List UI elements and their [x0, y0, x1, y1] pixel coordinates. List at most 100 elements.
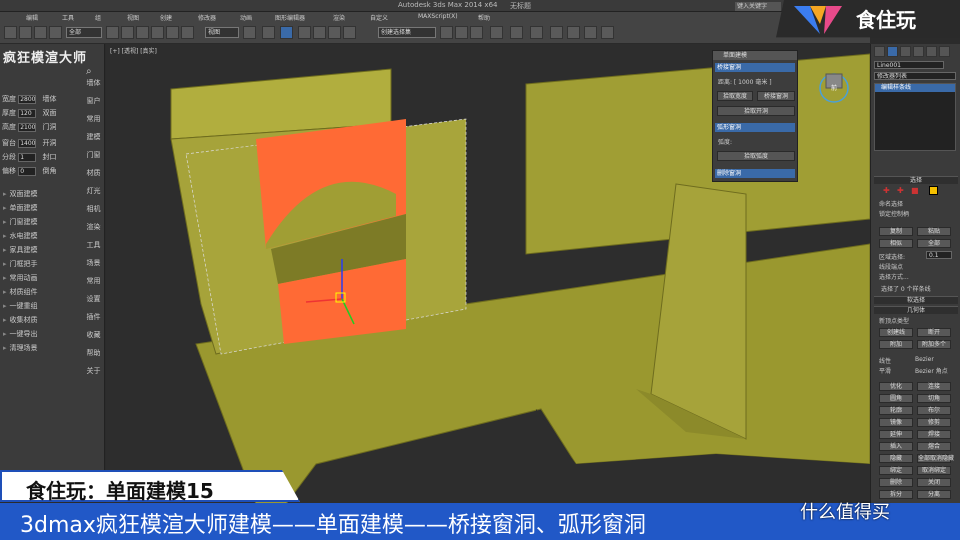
param-button[interactable]: 门洞: [42, 123, 56, 131]
side-tab[interactable]: 灯光: [84, 186, 103, 196]
undo-icon[interactable]: [4, 26, 17, 39]
mirror-icon[interactable]: [440, 26, 453, 39]
side-tab[interactable]: 建模: [84, 132, 103, 142]
list-item[interactable]: ▸ 一键重组: [3, 300, 81, 312]
extend-button[interactable]: 延伸: [879, 430, 913, 439]
list-item[interactable]: ▸ 门窗建模: [3, 216, 81, 228]
side-tab[interactable]: 设置: [84, 294, 103, 304]
spinner-snap-icon[interactable]: [343, 26, 356, 39]
close-button[interactable]: 关闭: [917, 478, 951, 487]
render-icon[interactable]: [584, 26, 597, 39]
stack-item[interactable]: 编辑样条线: [875, 84, 955, 92]
list-item[interactable]: ▸ 常用动画: [3, 272, 81, 284]
param-value-input[interactable]: 120: [18, 108, 37, 118]
scale-icon[interactable]: [181, 26, 194, 39]
segment-end-checkbox[interactable]: 线段端点: [879, 262, 903, 271]
align-icon[interactable]: [455, 26, 468, 39]
fuse-button[interactable]: 熔合: [917, 442, 951, 451]
spline-active-icon[interactable]: [929, 186, 938, 195]
bridge-window-button[interactable]: 桥接窗洞: [757, 91, 795, 101]
param-button[interactable]: 倒角: [42, 167, 56, 175]
side-tab[interactable]: 门窗: [84, 150, 103, 160]
hierarchy-tab-icon[interactable]: [900, 46, 911, 57]
segment-icon[interactable]: ✚: [897, 186, 904, 195]
list-item[interactable]: ▸ 双面建模: [3, 188, 81, 200]
bind-button[interactable]: 绑定: [879, 466, 913, 475]
create-tab-icon[interactable]: [874, 46, 885, 57]
menu-item[interactable]: MAXScript(X): [418, 13, 458, 20]
side-tab[interactable]: 帮助: [84, 348, 103, 358]
snap-toggle-icon[interactable]: [298, 26, 311, 39]
side-tab[interactable]: 常用: [84, 276, 103, 286]
delete-button[interactable]: 删除: [879, 478, 913, 487]
soft-selection-rollout[interactable]: 软选择: [874, 296, 958, 304]
chamfer-button[interactable]: 切角: [917, 394, 951, 403]
select-icon[interactable]: [106, 26, 119, 39]
object-name-field[interactable]: Line001: [874, 61, 944, 69]
outline-button[interactable]: 轮廓: [879, 406, 913, 415]
unhide-all-button[interactable]: 全部取消隐藏: [917, 454, 954, 463]
pick-arc-button[interactable]: 拾取弧度: [717, 151, 795, 161]
link-icon[interactable]: [34, 26, 47, 39]
paste-button[interactable]: 粘贴: [917, 227, 951, 236]
curve-editor-icon[interactable]: [490, 26, 503, 39]
insert-button[interactable]: 插入: [879, 442, 913, 451]
menu-item[interactable]: 修改器: [198, 13, 216, 22]
render-frame-icon[interactable]: [567, 26, 580, 39]
side-tab[interactable]: 工具: [84, 240, 103, 250]
side-tab[interactable]: 场景: [84, 258, 103, 268]
menu-item[interactable]: 组: [95, 13, 101, 22]
render-setup-icon[interactable]: [550, 26, 563, 39]
connect-button[interactable]: 连接: [917, 382, 951, 391]
param-value-input[interactable]: 2100: [18, 122, 37, 132]
side-tab[interactable]: 材质: [84, 168, 103, 178]
filter-dropdown[interactable]: 全部: [66, 27, 102, 38]
teapot-icon[interactable]: [601, 26, 614, 39]
rotate-icon[interactable]: [166, 26, 179, 39]
dialog-title[interactable]: 单面建模: [713, 51, 797, 60]
fillet-button[interactable]: 圆角: [879, 394, 913, 403]
motion-tab-icon[interactable]: [913, 46, 924, 57]
window-crossing-icon[interactable]: [136, 26, 149, 39]
keyboard-shortcut-icon[interactable]: [280, 26, 293, 39]
schematic-icon[interactable]: [510, 26, 523, 39]
list-item[interactable]: ▸ 家具建模: [3, 244, 81, 256]
boolean-button[interactable]: 布尔: [917, 406, 951, 415]
side-tab[interactable]: 相机: [84, 204, 103, 214]
geometry-rollout[interactable]: 几何体: [874, 306, 958, 314]
menu-item[interactable]: 自定义: [370, 13, 388, 22]
menu-item[interactable]: 图形编辑器: [275, 13, 305, 22]
list-item[interactable]: ▸ 收集材质: [3, 314, 81, 326]
redo-icon[interactable]: [19, 26, 32, 39]
unbind-button[interactable]: 取消绑定: [917, 466, 951, 475]
menu-item[interactable]: 渲染: [333, 13, 345, 22]
create-line-button[interactable]: 创建线: [879, 328, 913, 337]
reference-coord-dropdown[interactable]: 视图: [205, 27, 239, 38]
modify-tab-icon[interactable]: [887, 46, 898, 57]
weld-button[interactable]: 焊接: [917, 430, 951, 439]
menu-item[interactable]: 帮助: [478, 13, 490, 22]
list-item[interactable]: ▸ 单面建模: [3, 202, 81, 214]
select-manipulate-icon[interactable]: [262, 26, 275, 39]
percent-snap-icon[interactable]: [328, 26, 341, 39]
trim-button[interactable]: 修剪: [917, 418, 951, 427]
selection-rollout[interactable]: 选择: [874, 176, 958, 184]
menu-item[interactable]: 视图: [127, 13, 139, 22]
spline-icon[interactable]: ■: [911, 186, 919, 195]
move-icon[interactable]: [151, 26, 164, 39]
pick-width-button[interactable]: 拾取宽度: [717, 91, 753, 101]
vertex-icon[interactable]: ✚: [883, 186, 890, 195]
list-item[interactable]: ▸ 材质组件: [3, 286, 81, 298]
list-item[interactable]: ▸ 清理场景: [3, 342, 81, 354]
attach-button[interactable]: 附加: [879, 340, 913, 349]
side-tab[interactable]: 窗户: [84, 96, 103, 106]
param-button[interactable]: 墙体: [42, 95, 56, 103]
param-button[interactable]: 双面: [42, 109, 56, 117]
list-item[interactable]: ▸ 水电建模: [3, 230, 81, 242]
break-button[interactable]: 断开: [917, 328, 951, 337]
param-value-input[interactable]: 2800: [18, 94, 37, 104]
param-button[interactable]: 封口: [42, 153, 56, 161]
param-value-input[interactable]: 0: [18, 166, 37, 176]
all-button[interactable]: 全部: [917, 239, 951, 248]
menu-item[interactable]: 动画: [240, 13, 252, 22]
